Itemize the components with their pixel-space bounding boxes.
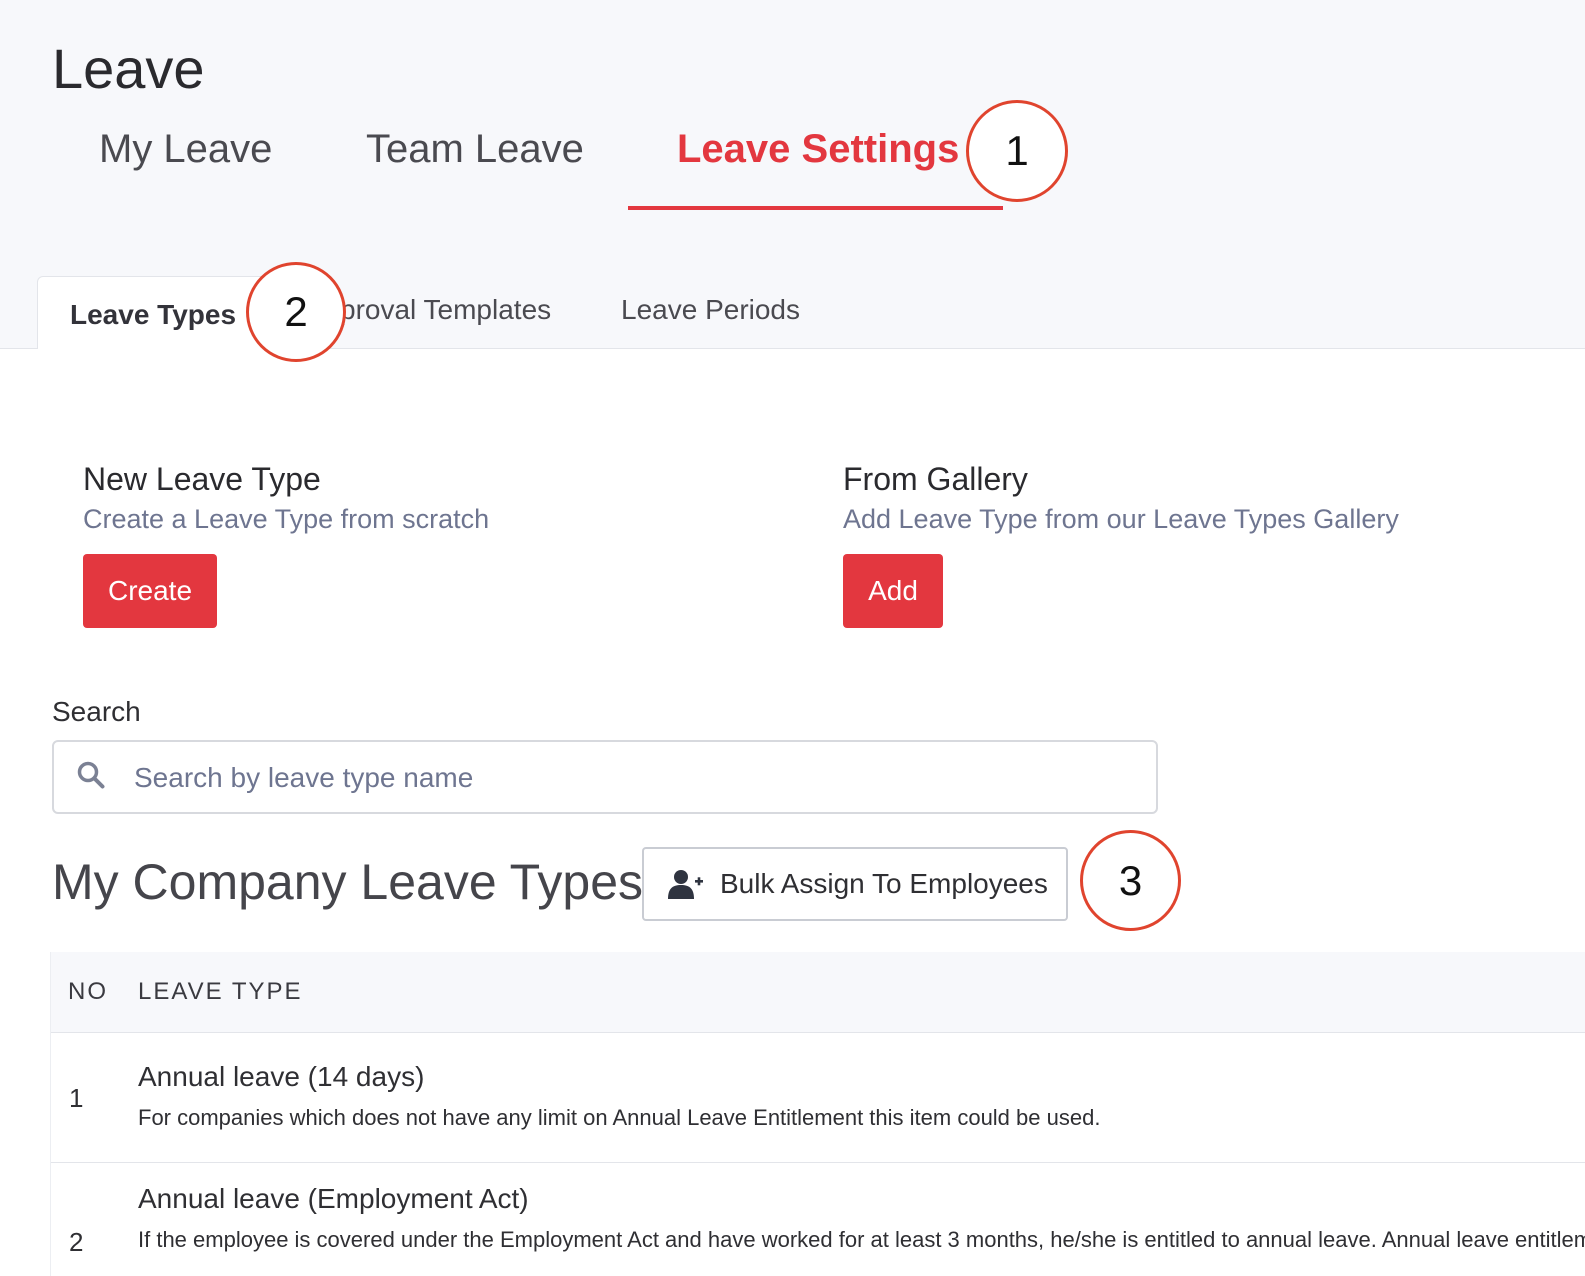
new-leave-type-subtitle: Create a Leave Type from scratch <box>83 504 490 534</box>
search-box[interactable] <box>52 740 1158 814</box>
tab-my-leave[interactable]: My Leave <box>99 124 272 174</box>
leave-types-table: NO LEAVE TYPE 1 Annual leave (14 days) F… <box>50 952 1585 1276</box>
section-title: My Company Leave Types <box>52 854 644 910</box>
leave-type-name[interactable]: Annual leave (14 days) <box>138 1059 424 1095</box>
table-row[interactable]: 2 Annual leave (Employment Act) If the e… <box>51 1163 1585 1276</box>
leave-type-name[interactable]: Annual leave (Employment Act) <box>138 1181 529 1217</box>
column-header-no: NO <box>68 978 108 1005</box>
leave-type-description: If the employee is covered under the Emp… <box>138 1227 1585 1252</box>
create-button[interactable]: Create <box>83 554 217 628</box>
annotation-marker-1: 1 <box>966 100 1068 202</box>
from-gallery-title: From Gallery <box>843 461 1028 497</box>
search-label: Search <box>52 696 141 727</box>
add-from-gallery-button[interactable]: Add <box>843 554 943 628</box>
active-tab-indicator <box>628 206 1003 210</box>
bulk-assign-button[interactable]: Bulk Assign To Employees <box>642 847 1068 921</box>
leave-type-description: For companies which does not have any li… <box>138 1105 1101 1130</box>
page-header: Leave My Leave Team Leave Leave Settings… <box>0 0 1585 349</box>
annotation-marker-2: 2 <box>246 262 346 362</box>
new-leave-type-title: New Leave Type <box>83 461 321 497</box>
row-number: 1 <box>69 1083 84 1113</box>
subtab-approval-templates[interactable]: proval Templates <box>340 290 551 330</box>
search-icon <box>77 761 105 789</box>
tab-team-leave[interactable]: Team Leave <box>366 124 584 174</box>
subtab-leave-periods[interactable]: Leave Periods <box>621 290 800 330</box>
table-header: NO LEAVE TYPE <box>51 952 1585 1033</box>
bulk-assign-label: Bulk Assign To Employees <box>720 868 1048 899</box>
table-row[interactable]: 1 Annual leave (14 days) For companies w… <box>51 1033 1585 1163</box>
tab-leave-settings[interactable]: Leave Settings <box>677 124 959 174</box>
annotation-marker-3: 3 <box>1080 830 1181 931</box>
search-input[interactable] <box>132 750 1136 806</box>
row-number: 2 <box>69 1227 84 1257</box>
column-header-leave-type: LEAVE TYPE <box>138 978 303 1005</box>
from-gallery-subtitle: Add Leave Type from our Leave Types Gall… <box>843 504 1399 534</box>
user-plus-icon <box>668 870 703 899</box>
page-title: Leave <box>52 37 205 100</box>
